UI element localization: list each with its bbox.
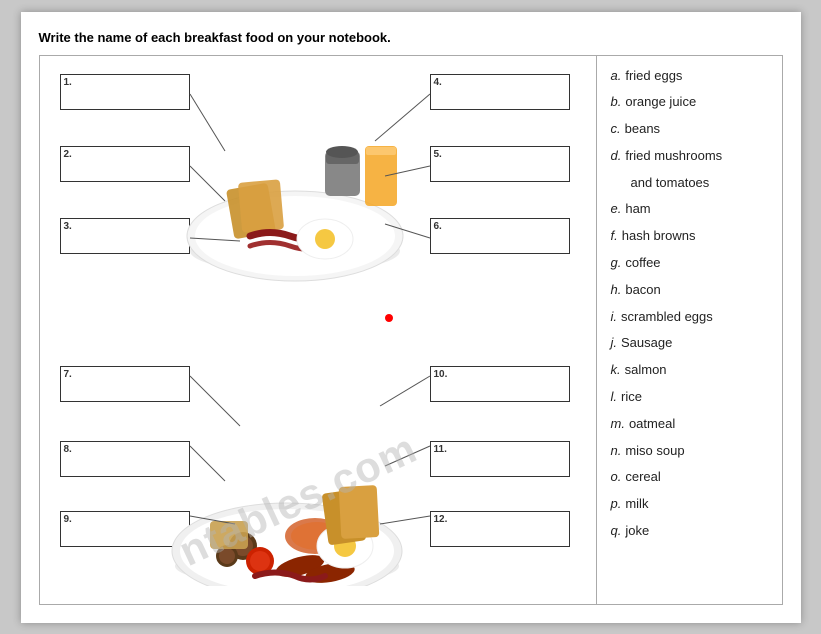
- word-item-p: p.milk: [611, 494, 768, 515]
- word-item-g: g.coffee: [611, 253, 768, 274]
- word-item-j: j.Sausage: [611, 333, 768, 354]
- letter-a: a.: [611, 68, 622, 83]
- label-box-11[interactable]: 11.: [430, 441, 570, 477]
- word-item-i: i.scrambled eggs: [611, 307, 768, 328]
- word-item-d2: and tomatoes: [611, 173, 768, 194]
- word-item-q: q.joke: [611, 521, 768, 542]
- instruction: Write the name of each breakfast food on…: [39, 30, 783, 45]
- word-item-f: f.hash browns: [611, 226, 768, 247]
- label-box-6[interactable]: 6.: [430, 218, 570, 254]
- label-box-10[interactable]: 10.: [430, 366, 570, 402]
- word-item-d: d.fried mushrooms: [611, 146, 768, 167]
- word-item-o: o.cereal: [611, 467, 768, 488]
- label-box-12[interactable]: 12.: [430, 511, 570, 547]
- label-box-4[interactable]: 4.: [430, 74, 570, 110]
- word-list-section: a.fried eggs b.orange juice c.beans d.fr…: [597, 56, 782, 604]
- page: Write the name of each breakfast food on…: [21, 12, 801, 623]
- word-item-e: e.ham: [611, 199, 768, 220]
- word-item-m: m.oatmeal: [611, 414, 768, 435]
- word-item-h: h.bacon: [611, 280, 768, 301]
- left-section: 1. 2. 3. 4. 5. 6.: [40, 56, 597, 604]
- word-item-k: k.salmon: [611, 360, 768, 381]
- label-box-5[interactable]: 5.: [430, 146, 570, 182]
- word-item-n: n.miso soup: [611, 441, 768, 462]
- word-item-b: b.orange juice: [611, 92, 768, 113]
- main-box: 1. 2. 3. 4. 5. 6.: [39, 55, 783, 605]
- word-item-c: c.beans: [611, 119, 768, 140]
- word-item-l: l.rice: [611, 387, 768, 408]
- red-dot: [385, 314, 393, 322]
- word-item-a: a.fried eggs: [611, 66, 768, 87]
